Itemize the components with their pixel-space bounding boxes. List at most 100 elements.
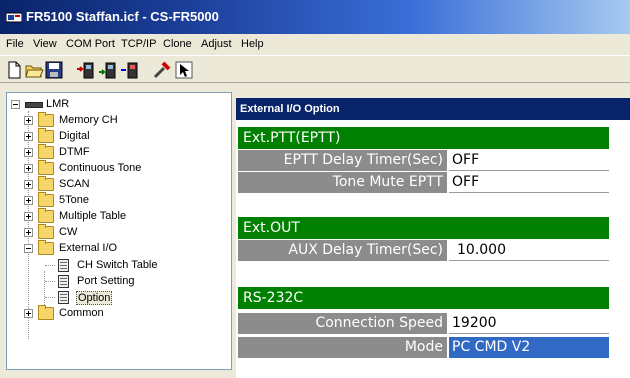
application-window: FR5100 Staffan.icf - CS-FR5000 File View…: [0, 0, 630, 378]
tree-label: LMR: [46, 98, 70, 110]
section-title: RS-232C: [243, 290, 304, 306]
folder-icon: [38, 176, 54, 191]
com-read-icon[interactable]: [76, 60, 96, 80]
setting-value[interactable]: 19200: [449, 313, 609, 334]
expand-icon[interactable]: [24, 212, 33, 221]
menu-com-port[interactable]: COM Port: [66, 38, 115, 50]
tree-label: 5Tone: [59, 194, 89, 206]
collapse-icon[interactable]: [24, 244, 33, 253]
section-header-rs232c: RS-232C: [238, 287, 609, 309]
settings-panel: External I/O Option Ext.PTT(EPTT) EPTT D…: [233, 92, 630, 378]
tree-node-cw[interactable]: CW: [24, 224, 224, 241]
navigation-tree[interactable]: LMR Memory CH Digital DTMF Continuous To…: [6, 92, 232, 370]
panel-header: External I/O Option: [236, 98, 630, 120]
tree-node-digital[interactable]: Digital: [24, 128, 224, 145]
setting-row-mode[interactable]: Mode PC CMD V2: [238, 337, 609, 358]
tree-node-5tone[interactable]: 5Tone: [24, 192, 224, 209]
panel-title: External I/O Option: [240, 103, 340, 115]
tree-label: CW: [59, 226, 78, 238]
open-folder-icon[interactable]: [24, 60, 44, 80]
tree-node-external-io[interactable]: External I/O: [24, 240, 224, 257]
tree-node-multiple-table[interactable]: Multiple Table: [24, 208, 224, 225]
save-disk-icon[interactable]: [44, 60, 64, 80]
folder-icon: [38, 224, 54, 239]
tree-node-lmr[interactable]: LMR: [11, 97, 211, 113]
section-header-ext-out: Ext.OUT: [238, 217, 609, 239]
tree-label: CH Switch Table: [77, 259, 158, 271]
tree-label: Port Setting: [77, 275, 135, 287]
adjust-icon[interactable]: [152, 60, 172, 80]
tree-label: Multiple Table: [59, 210, 127, 222]
tree-label: SCAN: [59, 178, 90, 190]
radio-device-icon: [25, 102, 43, 108]
section-header-eptt: Ext.PTT(EPTT): [238, 127, 609, 149]
setting-value-selected[interactable]: PC CMD V2: [449, 337, 609, 358]
setting-value[interactable]: OFF: [449, 172, 609, 193]
tree-label-selected: Option: [76, 291, 113, 305]
setting-label: AUX Delay Timer(Sec): [238, 240, 448, 261]
tree-label: External I/O: [59, 242, 118, 254]
section-title: Ext.OUT: [243, 220, 300, 236]
expand-icon[interactable]: [24, 180, 33, 189]
tree-node-memory-ch[interactable]: Memory CH: [24, 112, 224, 129]
collapse-icon[interactable]: [11, 100, 20, 109]
com-write-icon[interactable]: [98, 60, 118, 80]
tree-label: Continuous Tone: [59, 162, 142, 174]
toolbar: [0, 55, 630, 83]
tree-label: Memory CH: [59, 114, 118, 126]
page-icon: [58, 259, 69, 272]
setting-value[interactable]: OFF: [449, 150, 609, 171]
tree-node-port-setting[interactable]: Port Setting: [40, 274, 230, 290]
setting-label: Connection Speed: [238, 313, 448, 334]
menu-help[interactable]: Help: [241, 38, 264, 50]
setting-label: EPTT Delay Timer(Sec): [238, 150, 448, 171]
expand-icon[interactable]: [24, 132, 33, 141]
section-title: Ext.PTT(EPTT): [243, 130, 341, 146]
tree-node-dtmf[interactable]: DTMF: [24, 144, 224, 161]
title-bar[interactable]: FR5100 Staffan.icf - CS-FR5000: [0, 0, 630, 34]
folder-icon: [38, 144, 54, 159]
expand-icon[interactable]: [24, 148, 33, 157]
tree-node-scan[interactable]: SCAN: [24, 176, 224, 193]
com-clone-icon[interactable]: [120, 60, 140, 80]
window-title: FR5100 Staffan.icf - CS-FR5000: [26, 9, 219, 24]
setting-label: Mode: [238, 337, 448, 358]
new-file-icon[interactable]: [4, 60, 24, 80]
expand-icon[interactable]: [24, 116, 33, 125]
tree-label: Common: [59, 307, 104, 319]
menu-tcp-ip[interactable]: TCP/IP: [121, 38, 156, 50]
folder-icon: [38, 112, 54, 127]
tree-node-continuous-tone[interactable]: Continuous Tone: [24, 160, 224, 177]
settings-grid: Ext.PTT(EPTT) EPTT Delay Timer(Sec) OFF …: [236, 120, 630, 378]
folder-icon: [38, 305, 54, 320]
folder-icon: [38, 208, 54, 223]
page-icon: [58, 275, 69, 288]
app-icon: [6, 12, 22, 23]
setting-row-tone-mute-eptt[interactable]: Tone Mute EPTT OFF: [238, 172, 609, 193]
tree-node-option[interactable]: Option: [40, 290, 230, 306]
expand-icon[interactable]: [24, 164, 33, 173]
open-folder-icon: [38, 240, 54, 255]
setting-row-connection-speed[interactable]: Connection Speed 19200: [238, 313, 609, 334]
setting-label: Tone Mute EPTT: [238, 172, 448, 193]
menu-view[interactable]: View: [33, 38, 57, 50]
menu-adjust[interactable]: Adjust: [201, 38, 232, 50]
tree-node-common[interactable]: Common: [24, 305, 224, 322]
page-icon: [58, 291, 69, 304]
setting-value[interactable]: 10.000: [449, 240, 609, 261]
expand-icon[interactable]: [24, 309, 33, 318]
setting-row-aux-delay-timer[interactable]: AUX Delay Timer(Sec) 10.000: [238, 240, 609, 261]
folder-icon: [38, 192, 54, 207]
menu-clone[interactable]: Clone: [163, 38, 192, 50]
tree-node-ch-switch-table[interactable]: CH Switch Table: [40, 258, 230, 274]
folder-icon: [38, 160, 54, 175]
menu-bar: File View COM Port TCP/IP Clone Adjust H…: [0, 34, 630, 55]
tree-label: Digital: [59, 130, 90, 142]
help-pointer-icon[interactable]: [174, 60, 194, 80]
setting-row-eptt-delay-timer[interactable]: EPTT Delay Timer(Sec) OFF: [238, 150, 609, 171]
folder-icon: [38, 128, 54, 143]
tree-label: DTMF: [59, 146, 90, 158]
expand-icon[interactable]: [24, 196, 33, 205]
expand-icon[interactable]: [24, 228, 33, 237]
menu-file[interactable]: File: [6, 38, 24, 50]
